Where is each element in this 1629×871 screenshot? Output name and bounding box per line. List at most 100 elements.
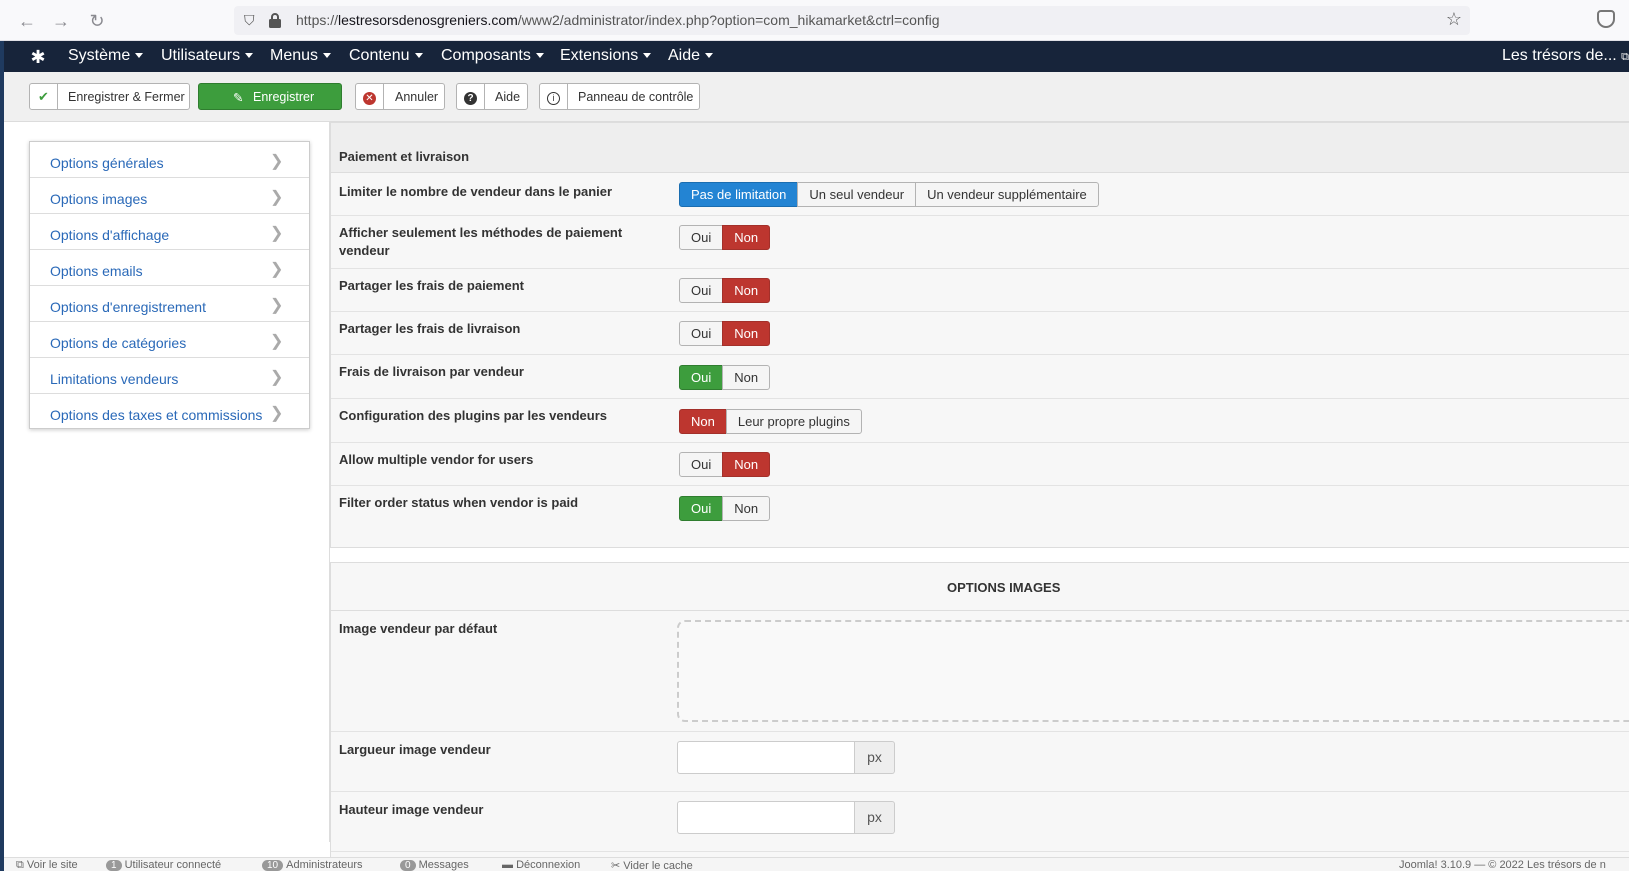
users-status[interactable]: 1 Utilisateur connecté: [106, 859, 221, 871]
px-addon: px: [855, 801, 895, 834]
row-limit-vendors: Limiter le nombre de vendeur dans le pan…: [331, 173, 1629, 216]
control-panel-button[interactable]: i Panneau de contrôle: [539, 83, 700, 110]
address-bar[interactable]: ⛉ https://lestresorsdenosgreniers.com/ww…: [234, 6, 1470, 35]
row-shipping-per-vendor: Frais de livraison par vendeur Oui Non: [331, 355, 1629, 399]
image-height-input[interactable]: [677, 801, 855, 834]
reload-icon[interactable]: ↻: [86, 10, 108, 32]
cancel-button[interactable]: ✕ Annuler: [355, 83, 445, 110]
version-info: Joomla! 3.10.9 — © 2022 Les trésors de n: [1399, 859, 1606, 871]
clear-cache-link[interactable]: ✂ Vider le cache: [611, 859, 693, 871]
option-non[interactable]: Non: [722, 365, 771, 390]
menu-extensions[interactable]: Extensions: [560, 47, 652, 65]
sidebar-item-general[interactable]: Options générales ❯: [30, 142, 309, 178]
option-no-limit[interactable]: Pas de limitation: [679, 182, 799, 207]
forward-arrow-icon[interactable]: →: [50, 10, 72, 32]
admins-status[interactable]: 10 Administrateurs: [262, 859, 363, 871]
filter-order-status-toggle: Oui Non: [679, 496, 771, 521]
browser-toolbar: ← → ↻ ⛉ https://lestresorsdenosgreniers.…: [0, 0, 1629, 41]
admin-menu-bar: ✱ Système Utilisateurs Menus Contenu Com…: [4, 41, 1629, 72]
option-non[interactable]: Non: [679, 409, 727, 434]
option-one-vendor[interactable]: Un seul vendeur: [797, 182, 917, 207]
shield-icon[interactable]: ⛉: [244, 12, 255, 29]
back-arrow-icon[interactable]: ←: [16, 10, 38, 32]
option-oui[interactable]: Oui: [679, 365, 724, 390]
sidebar-item-emails[interactable]: Options emails ❯: [30, 250, 309, 286]
option-non[interactable]: Non: [722, 321, 771, 346]
chevron-right-icon: ❯: [270, 405, 284, 422]
sidebar-item-registration[interactable]: Options d'enregistrement ❯: [30, 286, 309, 322]
pocket-icon[interactable]: [1597, 10, 1615, 28]
option-extra-vendor[interactable]: Un vendeur supplémentaire: [915, 182, 1099, 207]
lock-icon[interactable]: [268, 12, 282, 28]
chevron-right-icon: ❯: [270, 153, 284, 170]
vendor-payment-methods-toggle: Oui Non: [679, 225, 771, 250]
save-close-button[interactable]: ✔ Enregistrer & Fermer: [29, 83, 190, 110]
image-width-group: px: [677, 741, 895, 774]
logout-link[interactable]: ▬ Déconnexion: [502, 859, 580, 871]
check-icon: ✔: [30, 84, 58, 109]
chevron-right-icon: ❯: [270, 333, 284, 350]
multiple-vendor-toggle: Oui Non: [679, 452, 771, 477]
menu-utilisateurs[interactable]: Utilisateurs: [161, 47, 254, 65]
option-oui[interactable]: Oui: [679, 321, 724, 346]
help-button[interactable]: ? Aide: [456, 83, 528, 110]
row-image-width: Largueur image vendeur px: [331, 732, 1629, 792]
option-non[interactable]: Non: [722, 452, 771, 477]
images-section-title: OPTIONS IMAGES: [331, 563, 1629, 611]
limit-vendors-toggle: Pas de limitation Un seul vendeur Un ven…: [679, 182, 1099, 207]
menu-aide[interactable]: Aide: [668, 47, 714, 65]
question-circle-icon: ?: [457, 84, 485, 109]
option-own-plugins[interactable]: Leur propre plugins: [725, 409, 862, 434]
cancel-circle-icon: ✕: [356, 84, 384, 109]
row-vendor-payment-methods: Afficher seulement les méthodes de paiem…: [331, 216, 1629, 269]
chevron-right-icon: ❯: [270, 369, 284, 386]
row-share-payment-fees: Partager les frais de paiement Oui Non: [331, 269, 1629, 312]
bookmark-star-icon[interactable]: ☆: [1446, 9, 1462, 30]
menu-menus[interactable]: Menus: [270, 47, 332, 65]
status-bar: ⧉ Voir le site 1 Utilisateur connecté 10 A…: [4, 857, 1629, 871]
save-button[interactable]: ✎ Enregistrer: [198, 83, 342, 110]
site-link[interactable]: Les trésors de... ⧉: [1502, 47, 1629, 65]
payment-fieldset: Paiement et livraison Limiter le nombre …: [330, 122, 1629, 548]
config-sidebar: Options générales ❯ Options images ❯ Optio…: [29, 141, 310, 429]
joomla-logo-icon[interactable]: ✱: [28, 47, 48, 67]
external-link-icon: ⧉: [1621, 51, 1629, 63]
option-oui[interactable]: Oui: [679, 452, 724, 477]
payment-legend: Paiement et livraison: [331, 123, 1629, 173]
sidebar-item-taxes[interactable]: Options des taxes et commissions ❯: [30, 394, 309, 430]
option-oui[interactable]: Oui: [679, 496, 724, 521]
sidebar-item-categories[interactable]: Options de catégories ❯: [30, 322, 309, 358]
chevron-right-icon: ❯: [270, 189, 284, 206]
option-non[interactable]: Non: [722, 225, 771, 250]
image-width-input[interactable]: [677, 741, 855, 774]
vendor-plugins-toggle: Non Leur propre plugins: [679, 409, 862, 434]
option-oui[interactable]: Oui: [679, 225, 724, 250]
row-image-height: Hauteur image vendeur px: [331, 792, 1629, 852]
menu-composants[interactable]: Composants: [441, 47, 544, 65]
image-dropzone[interactable]: [677, 620, 1629, 722]
row-filter-order-status: Filter order status when vendor is paid …: [331, 486, 1629, 548]
option-non[interactable]: Non: [722, 496, 771, 521]
chevron-right-icon: ❯: [270, 261, 284, 278]
share-payment-fees-toggle: Oui Non: [679, 278, 771, 303]
sidebar-item-display[interactable]: Options d'affichage ❯: [30, 214, 309, 250]
messages-status[interactable]: 0 Messages: [400, 859, 469, 871]
option-non[interactable]: Non: [722, 278, 771, 303]
chevron-right-icon: ❯: [270, 297, 284, 314]
row-multiple-vendor: Allow multiple vendor for users Oui Non: [331, 443, 1629, 486]
url-text[interactable]: https://lestresorsdenosgreniers.com/www2…: [296, 12, 940, 28]
px-addon: px: [855, 741, 895, 774]
row-default-image: Image vendeur par défaut: [331, 611, 1629, 732]
row-vendor-plugins: Configuration des plugins par les vendeu…: [331, 399, 1629, 443]
menu-contenu[interactable]: Contenu: [349, 47, 423, 65]
images-fieldset: OPTIONS IMAGES Image vendeur par défaut …: [330, 562, 1629, 871]
sidebar-item-images[interactable]: Options images ❯: [30, 178, 309, 214]
menu-systeme[interactable]: Système: [68, 47, 144, 65]
sidebar-item-vendor-limits[interactable]: Limitations vendeurs ❯: [30, 358, 309, 394]
view-site-link[interactable]: ⧉ Voir le site: [16, 859, 78, 871]
toolbar: ✔ Enregistrer & Fermer ✎ Enregistrer ✕ A…: [4, 72, 1629, 122]
option-oui[interactable]: Oui: [679, 278, 724, 303]
row-share-shipping-fees: Partager les frais de livraison Oui Non: [331, 312, 1629, 355]
chevron-right-icon: ❯: [270, 225, 284, 242]
shipping-per-vendor-toggle: Oui Non: [679, 365, 771, 390]
